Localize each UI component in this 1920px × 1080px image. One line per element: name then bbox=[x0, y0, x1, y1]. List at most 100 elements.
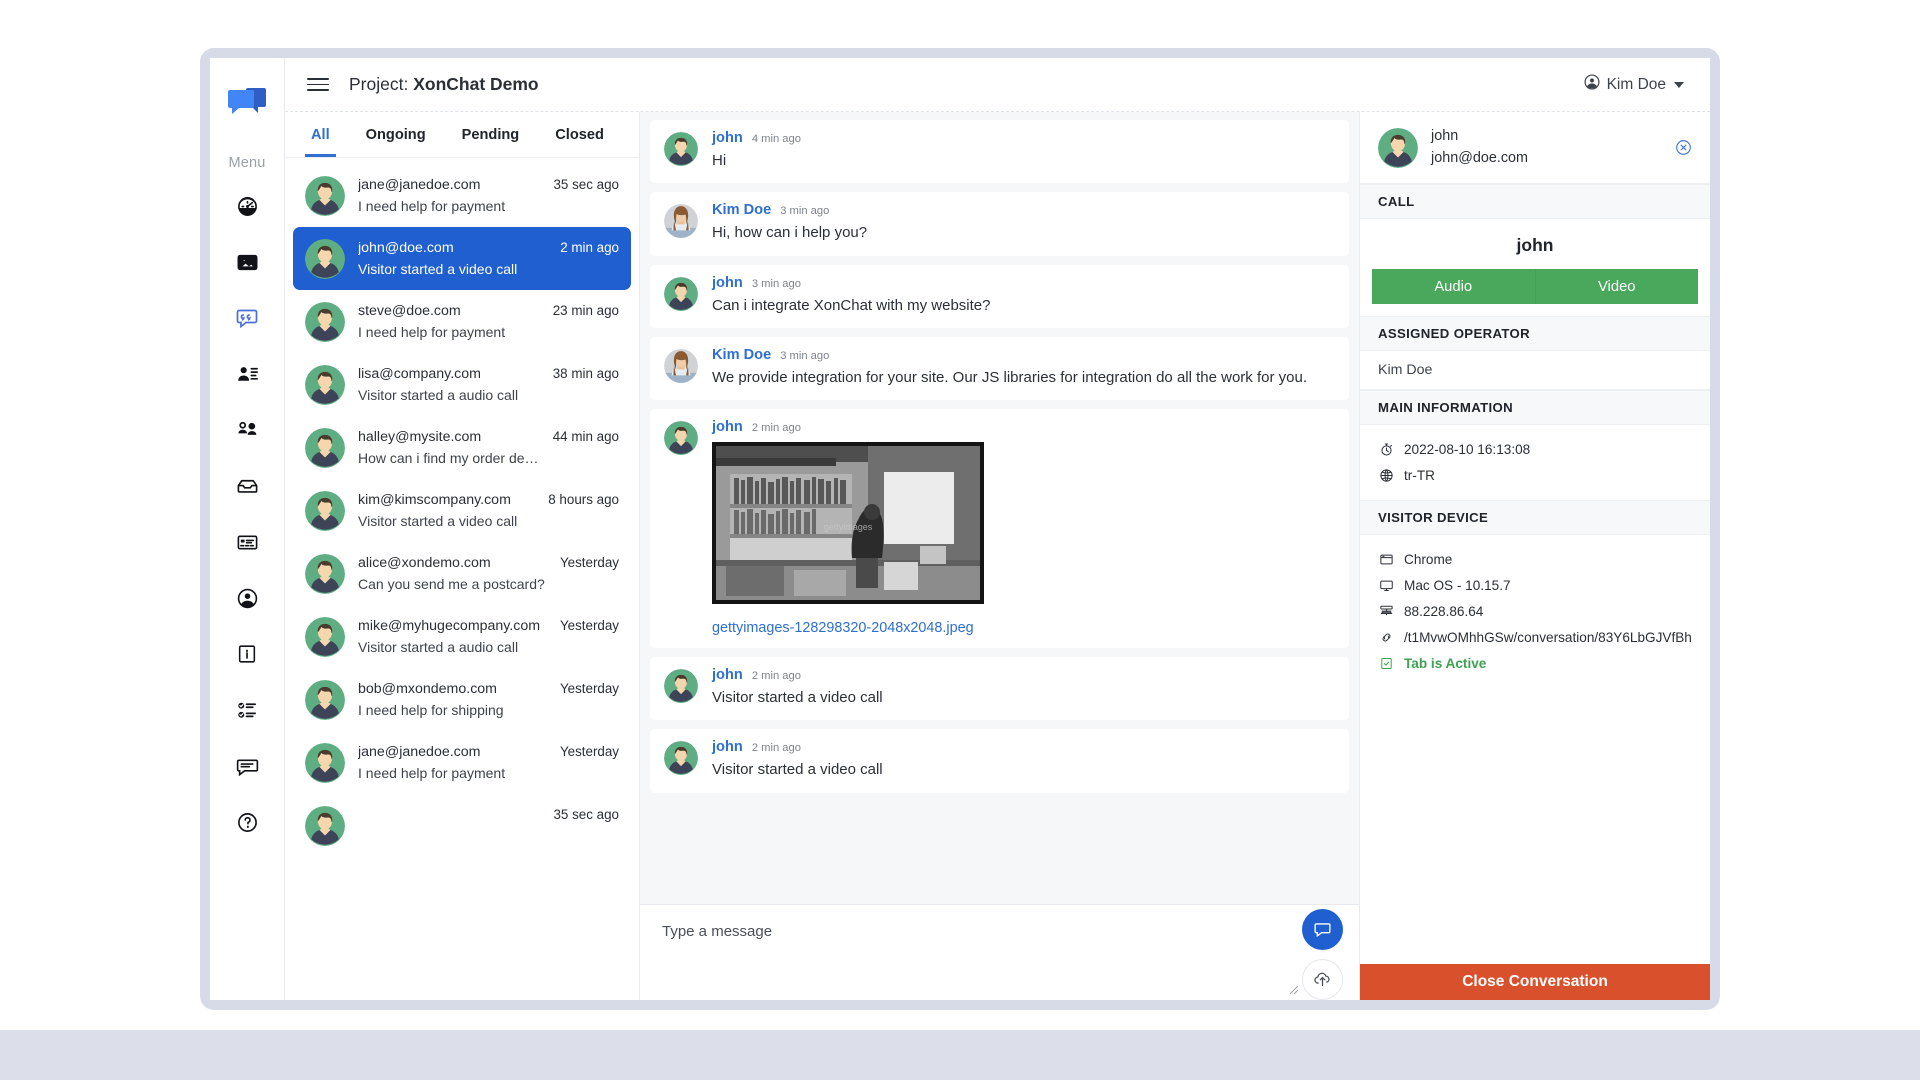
status-badge: Tab is Active bbox=[1378, 651, 1692, 677]
chat-message-author: john bbox=[712, 739, 743, 756]
close-conversation-button[interactable]: Close Conversation bbox=[1360, 964, 1710, 1000]
chat-message: Kim Doe 3 min ago We provide integration f… bbox=[650, 336, 1349, 400]
conversation-item-time: 8 hours ago bbox=[548, 492, 619, 507]
left-icon-rail: Menu bbox=[210, 58, 285, 1000]
svg-text:gettyimages: gettyimages bbox=[824, 522, 873, 532]
conversation-item-snippet: Visitor started a audio call bbox=[358, 638, 519, 655]
conversation-item-email: kim@kimscompany.com bbox=[358, 492, 511, 508]
conversation-list-item[interactable]: mike@myhugecompany.com Visitor started a … bbox=[293, 605, 631, 668]
avatar bbox=[305, 491, 345, 531]
avatar bbox=[305, 806, 345, 846]
chat-message-author: john bbox=[712, 130, 743, 146]
conversation-list-item[interactable]: halley@mysite.com How can i find my order… bbox=[293, 416, 631, 479]
info-row: Chrome bbox=[1378, 546, 1692, 572]
sidebar-item-comment-lines-icon[interactable] bbox=[226, 745, 268, 787]
section-title-visitor-device: VISITOR DEVICE bbox=[1360, 500, 1710, 536]
message-list[interactable]: john 4 min ago Hi Kim Doe 3 min ago Hi, how … bbox=[640, 112, 1359, 904]
conversation-item-email: jane@janedoe.com bbox=[358, 177, 481, 193]
chat-message: john 4 min ago Hi bbox=[650, 120, 1349, 184]
sidebar-item-question-circle-icon[interactable] bbox=[226, 801, 268, 843]
tab-ongoing[interactable]: Ongoing bbox=[348, 112, 444, 157]
conversation-item-snippet: How can i find my order detail on … bbox=[358, 449, 540, 466]
cloud-upload-icon[interactable] bbox=[1302, 959, 1343, 1000]
chat-send-icon[interactable] bbox=[1302, 909, 1343, 950]
conversation-item-snippet: Visitor started a video call bbox=[358, 260, 518, 277]
conversation-list-item[interactable]: kim@kimscompany.com Visitor started a vid… bbox=[293, 479, 631, 542]
visitor-info-header: john john@doe.com bbox=[1360, 112, 1710, 185]
chat-message-author: Kim Doe bbox=[712, 346, 772, 363]
sidebar-item-card-list-icon[interactable] bbox=[226, 521, 268, 563]
chat-message-header: john 4 min ago bbox=[712, 130, 1335, 146]
chat-message-text: Visitor started a video call bbox=[712, 689, 883, 706]
info-row: /t1MvwOMhhGSw/conversation/83Y6LbGJVfBh bbox=[1378, 625, 1692, 651]
conversation-list-item[interactable]: alice@xondemo.com Can you send me a postc… bbox=[293, 542, 631, 605]
conversation-list-item[interactable]: jane@janedoe.com I need help for payment Y… bbox=[293, 731, 631, 794]
sidebar-item-account-circle-icon[interactable] bbox=[226, 577, 268, 619]
sidebar-item-user-details-icon[interactable] bbox=[226, 353, 268, 395]
chat-message-header: john 3 min ago bbox=[712, 275, 1335, 291]
sidebar-item-inbox-icon[interactable] bbox=[226, 465, 268, 507]
avatar bbox=[664, 669, 698, 703]
avatar bbox=[305, 743, 345, 783]
info-row-value: tr-TR bbox=[1404, 467, 1435, 483]
conversation-item-texts: steve@doe.com I need help for payment bbox=[358, 301, 540, 342]
tab-pending[interactable]: Pending bbox=[444, 112, 538, 157]
conversation-item-texts: alice@xondemo.com Can you send me a postc… bbox=[358, 553, 547, 594]
conversation-item-email: jane@janedoe.com bbox=[358, 744, 481, 760]
chat-message-author: john bbox=[712, 274, 743, 291]
info-row-value: 88.228.86.64 bbox=[1404, 603, 1484, 619]
conversation-item-texts: kim@kimscompany.com Visitor started a vid… bbox=[358, 490, 535, 531]
conversation-list-item[interactable]: lisa@company.com Visitor started a audio … bbox=[293, 353, 631, 416]
chat-message-body: john 3 min ago Can i integrate XonChat wit… bbox=[712, 275, 1335, 316]
sidebar-item-users-group-icon[interactable] bbox=[226, 409, 268, 451]
user-menu-button[interactable]: Kim Doe bbox=[1584, 74, 1684, 95]
conversation-item-texts: jane@janedoe.com I need help for payment bbox=[358, 175, 540, 216]
close-circle-icon[interactable] bbox=[1675, 139, 1692, 156]
conversation-list-item[interactable]: steve@doe.com I need help for payment 23 m… bbox=[293, 290, 631, 353]
visitor-name: john bbox=[1431, 128, 1459, 144]
message-input[interactable]: Type a message bbox=[662, 923, 1337, 940]
video-call-button[interactable]: Video bbox=[1534, 269, 1698, 305]
sidebar-item-chat-quote-icon[interactable] bbox=[226, 297, 268, 339]
chat-message: Kim Doe 3 min ago Hi, how can i help you? bbox=[650, 192, 1349, 256]
sidebar-item-checklist-icon[interactable] bbox=[226, 689, 268, 731]
visitor-email: john@doe.com bbox=[1431, 149, 1529, 166]
hamburger-icon[interactable] bbox=[307, 74, 329, 96]
chat-message-text: Can i integrate XonChat with my website? bbox=[712, 296, 991, 314]
user-circle-icon bbox=[1584, 74, 1600, 95]
conversation-list-panel: All Ongoing Pending Closed jane@janedoe.com… bbox=[285, 112, 640, 1000]
conversation-item-time: Yesterday bbox=[559, 681, 619, 696]
tab-all[interactable]: All bbox=[293, 112, 348, 157]
section-title-call: CALL bbox=[1360, 184, 1710, 220]
app-logo bbox=[210, 75, 284, 129]
resize-grip-icon[interactable] bbox=[1289, 982, 1299, 995]
link-icon bbox=[1378, 630, 1394, 646]
conversation-item-texts: john@doe.com Visitor started a video call bbox=[358, 238, 547, 279]
conversation-scroll-area[interactable]: jane@janedoe.com I need help for payment 3… bbox=[285, 158, 639, 1000]
sidebar-item-image-icon[interactable] bbox=[226, 241, 268, 283]
conversation-item-email: halley@mysite.com bbox=[358, 429, 482, 445]
chat-message-file-link[interactable]: gettyimages-128298320-2048x2048.jpeg bbox=[712, 620, 1335, 636]
conversation-list-item[interactable]: john@doe.com Visitor started a video call… bbox=[293, 227, 631, 290]
sidebar-item-info-square-icon[interactable] bbox=[226, 633, 268, 675]
info-row-value: Chrome bbox=[1404, 551, 1453, 567]
chat-message-time: 2 min ago bbox=[751, 670, 801, 682]
chevron-down-icon bbox=[1674, 81, 1684, 88]
tab-closed[interactable]: Closed bbox=[537, 112, 622, 157]
audio-call-button[interactable]: Audio bbox=[1372, 269, 1535, 305]
conversation-item-snippet: I need help for shipping bbox=[358, 701, 504, 718]
sidebar-item-dashboard-gauge-icon[interactable] bbox=[226, 185, 268, 227]
chat-message-body: Kim Doe 3 min ago We provide integration f… bbox=[712, 347, 1335, 388]
conversation-list-item[interactable]: 35 sec ago bbox=[293, 794, 631, 857]
conversation-list-item[interactable]: bob@mxondemo.com I need help for shipping… bbox=[293, 668, 631, 731]
conversation-item-time: 38 min ago bbox=[552, 366, 619, 381]
conversation-item-texts: halley@mysite.com How can i find my order… bbox=[358, 427, 540, 468]
conversation-item-time: Yesterday bbox=[559, 555, 619, 570]
conversation-item-texts: lisa@company.com Visitor started a audio … bbox=[358, 364, 540, 405]
conversation-item-snippet: I need help for payment bbox=[358, 197, 506, 214]
call-target-name: john bbox=[1516, 235, 1554, 256]
conversation-list-item[interactable]: jane@janedoe.com I need help for payment 3… bbox=[293, 164, 631, 227]
chat-message-body: john 2 min ago Visitor started a video cal… bbox=[712, 667, 1335, 708]
chat-message-image[interactable]: gettyimages bbox=[712, 442, 984, 604]
